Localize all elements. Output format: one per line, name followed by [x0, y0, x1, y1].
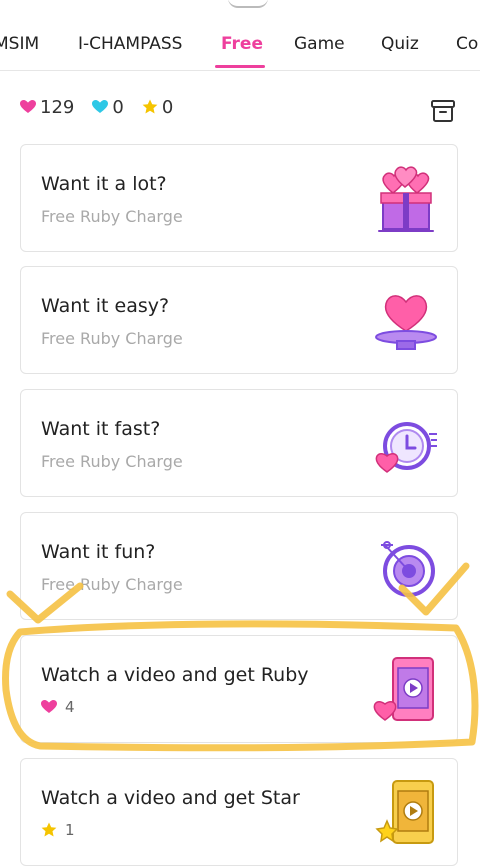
card-title: Want it fast? [41, 418, 161, 440]
star-icon [41, 822, 57, 837]
phone-video-star-icon [375, 780, 434, 844]
phone-video-heart-icon [373, 657, 434, 721]
card-subtitle-text: Free Ruby Charge [41, 329, 183, 348]
status-strip [0, 0, 480, 18]
storage-box-icon[interactable] [430, 98, 456, 124]
card-title: Want it a lot? [41, 173, 167, 195]
card-subtitle-text: Free Ruby Charge [41, 452, 183, 471]
diamond-balance: 0 [92, 96, 124, 118]
card-subtitle: Free Ruby Charge [41, 207, 183, 226]
clock-heart-icon [375, 422, 437, 473]
heart-icon [41, 700, 57, 713]
handle-icon [228, 0, 268, 8]
card-title: Want it fun? [41, 541, 156, 563]
diamond-count: 0 [112, 96, 124, 118]
tab-free[interactable]: Free [221, 34, 263, 54]
star-icon [142, 99, 158, 114]
ruby-balance: 129 [20, 97, 74, 118]
heart-icon [20, 100, 36, 113]
reward-card-video-star[interactable]: Watch a video and get Star 1 [20, 758, 458, 866]
reward-amount: 4 [65, 698, 75, 716]
active-tab-indicator [215, 65, 265, 68]
card-subtitle-text: Free Ruby Charge [41, 575, 183, 594]
tab-game[interactable]: Game [294, 34, 345, 54]
star-count: 0 [161, 96, 174, 118]
card-subtitle: Free Ruby Charge [41, 452, 183, 471]
gift-hearts-icon [378, 166, 434, 232]
balance-bar: 129 0 0 [20, 92, 191, 122]
card-title: Want it easy? [41, 295, 170, 317]
card-subtitle-text: Free Ruby Charge [41, 207, 183, 226]
reward-card-video-ruby[interactable]: Watch a video and get Ruby 4 [20, 635, 458, 743]
reward-amount: 1 [65, 821, 75, 839]
card-title: Watch a video and get Star [41, 787, 300, 809]
ruby-count: 129 [40, 96, 75, 118]
card-subtitle: Free Ruby Charge [41, 329, 183, 348]
card-subtitle: Free Ruby Charge [41, 575, 183, 594]
tab-i-champass[interactable]: I-CHAMPASS [78, 34, 182, 54]
reward-card-want-fun[interactable]: Want it fun? Free Ruby Charge [20, 512, 458, 620]
reward-card-want-fast[interactable]: Want it fast? Free Ruby Charge [20, 389, 458, 497]
star-balance: 0 [142, 97, 173, 118]
card-reward: 4 [41, 698, 75, 716]
tab-co[interactable]: Co [456, 34, 478, 54]
tab-msim[interactable]: MSIM [0, 34, 39, 54]
heart-plate-icon [375, 295, 437, 350]
tab-quiz[interactable]: Quiz [381, 34, 419, 54]
card-title: Watch a video and get Ruby [41, 664, 309, 686]
category-tabs: MSIM I-CHAMPASS Free Game Quiz Co [0, 18, 480, 71]
card-reward: 1 [41, 821, 75, 839]
blue-heart-icon [92, 100, 109, 113]
reward-card-want-easy[interactable]: Want it easy? Free Ruby Charge [20, 266, 458, 374]
target-icon [381, 541, 435, 597]
reward-card-want-a-lot[interactable]: Want it a lot? Free Ruby Charge [20, 144, 458, 252]
